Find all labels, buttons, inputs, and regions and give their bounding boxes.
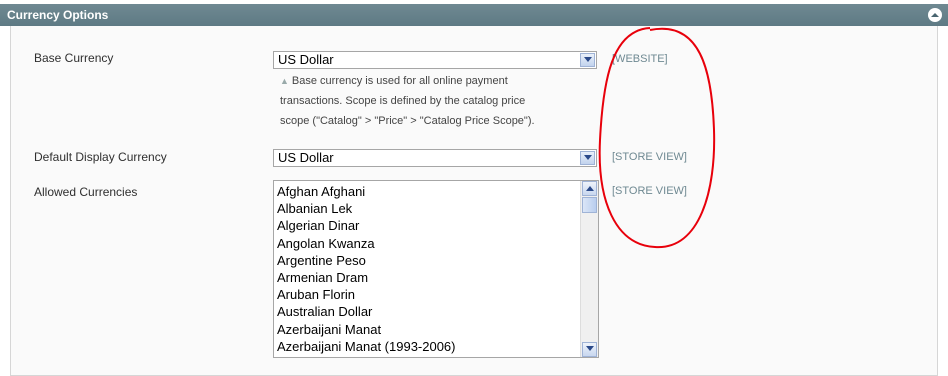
base-currency-note: ▲ Base currency is used for all online pa… (280, 71, 610, 131)
list-item[interactable]: Albanian Lek (274, 200, 598, 217)
list-item[interactable]: Aruban Florin (274, 286, 598, 303)
default-display-currency-label: Default Display Currency (34, 150, 167, 164)
list-item[interactable]: Afghan Afghani (274, 183, 598, 200)
list-item[interactable]: Angolan Kwanza (274, 235, 598, 252)
list-item[interactable]: Australian Dollar (274, 303, 598, 320)
allowed-currencies-label: Allowed Currencies (34, 185, 138, 199)
list-item[interactable]: Argentine Peso (274, 252, 598, 269)
section-header[interactable]: Currency Options (0, 4, 948, 26)
default-display-currency-value: US Dollar (278, 150, 334, 165)
default-display-currency-scope: [STORE VIEW] (612, 151, 687, 163)
section-title: Currency Options (7, 8, 109, 22)
list-item[interactable]: Azerbaijani Manat (274, 321, 598, 338)
chevron-down-icon[interactable] (580, 151, 595, 165)
listbox-scrollbar[interactable] (580, 181, 598, 357)
default-display-currency-select[interactable]: US Dollar (273, 149, 597, 167)
allowed-currencies-listbox[interactable]: Afghan Afghani Albanian Lek Algerian Din… (273, 180, 599, 358)
note-line-2: transactions. Scope is defined by the ca… (280, 95, 526, 107)
collapse-up-icon[interactable] (928, 8, 942, 22)
scroll-down-icon[interactable] (582, 342, 597, 357)
scroll-thumb[interactable] (582, 197, 597, 213)
base-currency-scope: [WEBSITE] (612, 53, 668, 65)
note-line-1: Base currency is used for all online pay… (291, 75, 508, 87)
base-currency-value: US Dollar (278, 52, 334, 67)
list-item[interactable]: Azerbaijani Manat (1993-2006) (274, 338, 598, 355)
allowed-currencies-scope: [STORE VIEW] (612, 185, 687, 197)
base-currency-select[interactable]: US Dollar (273, 51, 597, 69)
note-line-3: scope ("Catalog" > "Price" > "Catalog Pr… (280, 115, 535, 127)
chevron-down-icon[interactable] (580, 53, 595, 67)
base-currency-label: Base Currency (34, 51, 114, 65)
list-item[interactable]: Algerian Dinar (274, 217, 598, 234)
list-item[interactable]: Armenian Dram (274, 269, 598, 286)
scroll-up-icon[interactable] (582, 181, 597, 196)
triangle-icon: ▲ (280, 76, 289, 86)
